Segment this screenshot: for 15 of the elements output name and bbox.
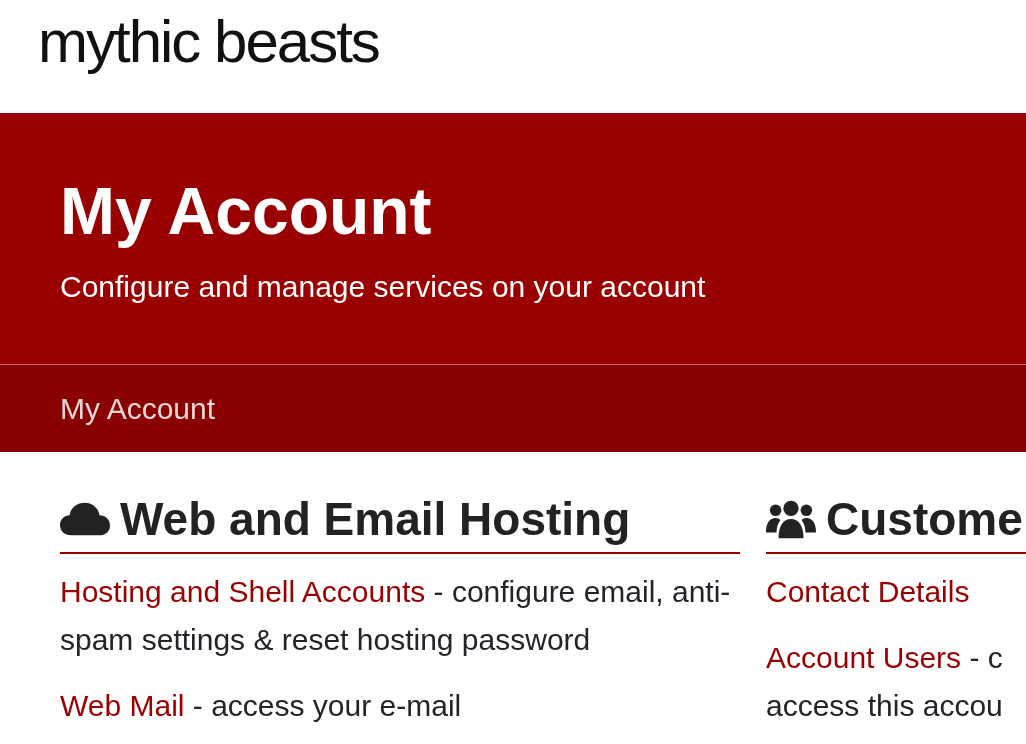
service-link[interactable]: Hosting and Shell Accounts xyxy=(60,575,426,608)
breadcrumb-item[interactable]: My Account xyxy=(60,391,216,426)
page-subtitle: Configure and manage services on your account xyxy=(60,269,707,304)
site-logo[interactable]: mythic beasts xyxy=(38,12,379,72)
users-icon xyxy=(766,499,816,539)
section-title: Custome xyxy=(826,492,1023,546)
service-link[interactable]: Web Mail xyxy=(60,689,185,722)
service-description: Web Mail - access your e-mail xyxy=(60,688,463,724)
section-title: Web and Email Hosting xyxy=(120,492,631,546)
service-description: Account Users - c access this accou xyxy=(766,640,1004,724)
service-link[interactable]: Account Users xyxy=(766,641,962,674)
service-link[interactable]: Contact Details xyxy=(766,575,970,608)
cloud-icon xyxy=(60,501,110,537)
page-title: My Account xyxy=(60,175,433,248)
service-description: Hosting and Shell Accounts - configure email, anti-spam settings & reset hosting password xyxy=(60,574,732,658)
